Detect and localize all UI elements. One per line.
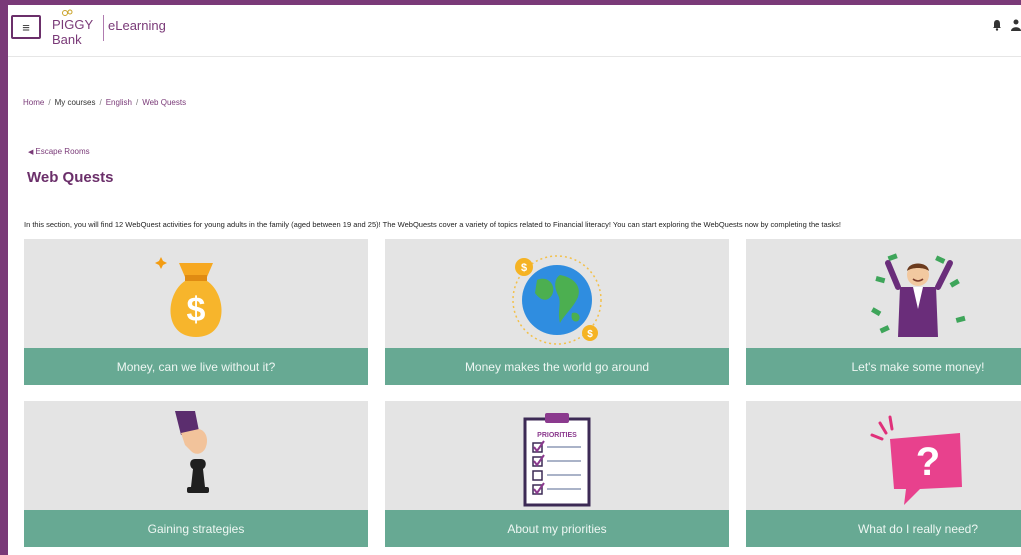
hamburger-menu-button[interactable]: ≡ [11,15,41,39]
page: ≡ PIGGY Bank eLearning Home / My courses… [8,5,1021,555]
previous-section-label: Escape Rooms [35,147,90,156]
breadcrumb: Home / My courses / English / Web Quests [23,98,186,107]
svg-text:$: $ [521,262,527,274]
svg-text:$: $ [587,329,593,340]
money-bag-icon: $ [155,257,222,337]
webquest-card-gaining-strategies[interactable]: Gaining strategies [24,401,368,547]
question-mark: ? [916,440,940,484]
webquest-card-money-world[interactable]: $ $ Money makes the world go around [385,239,729,385]
card-title: Gaining strategies [147,521,245,536]
card-title-bar: Money makes the world go around [385,348,729,385]
hamburger-icon: ≡ [22,19,30,35]
piggy-bank-logo[interactable]: PIGGY Bank [50,9,108,49]
navbar-actions [991,19,1021,31]
globe-coins-icon: $ $ [512,255,602,345]
question-bubble-icon: ? [870,415,962,505]
card-title: Money makes the world go around [464,359,650,374]
card-art: PRIORITIES [385,401,729,508]
card-title: Money, can we live without it? [116,359,276,374]
breadcrumb-separator: / [135,98,139,107]
webquest-card-make-money[interactable]: Let's make some money! [746,239,1021,385]
back-arrow-icon: ◀ [28,148,34,156]
webquest-card-priorities[interactable]: PRIORITIES About my priorities [385,401,729,547]
card-title-bar: What do I really need? [746,510,1021,547]
webquest-card-really-need[interactable]: ? What do I really need? [746,401,1021,547]
card-title-bar: Money, can we live without it? [24,348,368,385]
logo-divider [103,15,104,41]
breadcrumb-web-quests[interactable]: Web Quests [142,98,186,107]
card-title-bar: About my priorities [385,510,729,547]
card-art [746,239,1021,346]
page-title: Web Quests [27,169,114,186]
card-art: $ [24,239,368,346]
card-title-bar: Gaining strategies [24,510,368,547]
card-art [24,401,368,508]
breadcrumb-my-courses[interactable]: My courses [55,98,96,107]
clipboard-heading: PRIORITIES [537,432,577,439]
card-art: ? [746,401,1021,508]
card-title: About my priorities [507,521,607,536]
card-title: Let's make some money! [851,359,985,374]
top-navbar: ≡ PIGGY Bank eLearning [8,5,1021,57]
card-art: $ $ [385,239,729,346]
man-money-rain-icon [871,253,966,337]
card-title: What do I really need? [857,521,979,536]
breadcrumb-separator: / [48,98,51,107]
brand-text: eLearning [108,18,166,33]
priorities-clipboard-icon: PRIORITIES [523,413,591,507]
breadcrumb-separator: / [99,98,102,107]
svg-text:$: $ [187,291,206,329]
previous-section-link[interactable]: ◀ Escape Rooms [28,147,90,156]
breadcrumb-home[interactable]: Home [23,98,44,107]
section-intro: In this section, you will find 12 WebQue… [24,220,841,229]
logo-text-line1: PIGGY [52,17,94,32]
card-title-bar: Let's make some money! [746,348,1021,385]
breadcrumb-english[interactable]: English [106,98,132,107]
webquest-card-money-live-without[interactable]: $ Money, can we live without it? [24,239,368,385]
chess-hand-icon [175,411,209,493]
logo-text-line2: Bank [52,32,82,47]
user-icon[interactable] [1011,19,1021,31]
bell-icon[interactable] [991,19,1003,31]
